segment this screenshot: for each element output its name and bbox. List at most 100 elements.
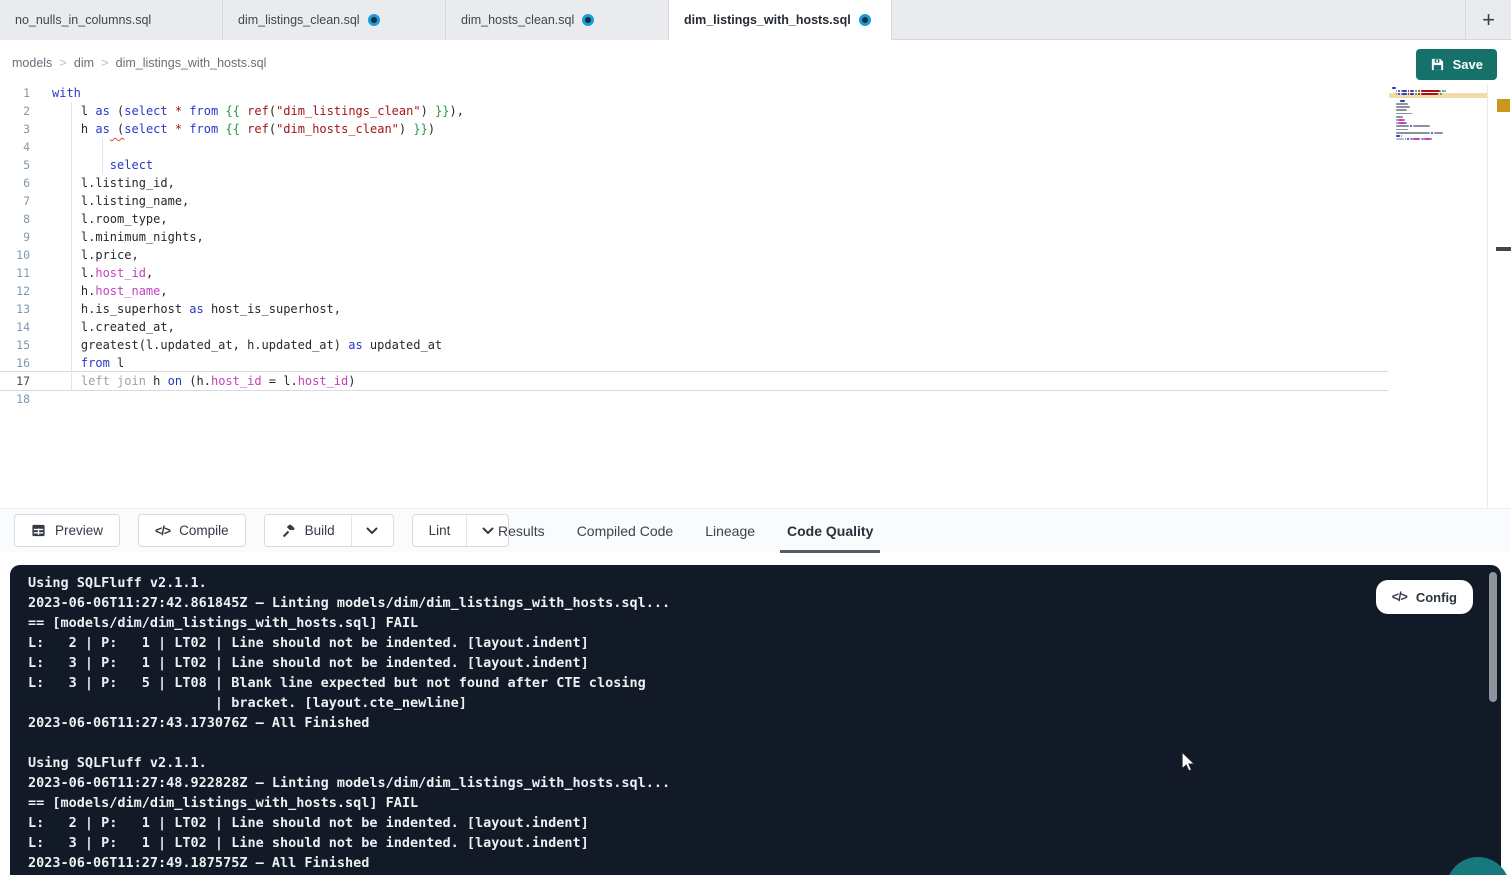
line-number: 13 <box>0 300 30 318</box>
overview-ruler-cursor-marker[interactable] <box>1496 247 1511 251</box>
indent-guide <box>71 102 72 390</box>
terminal-log: Using SQLFluff v2.1.1.2023-06-06T11:27:4… <box>28 573 670 873</box>
terminal-line: Using SQLFluff v2.1.1. <box>28 573 670 593</box>
line-number: 11 <box>0 264 30 282</box>
tab-code-quality[interactable]: Code Quality <box>771 509 889 553</box>
panel-tab-label: Compiled Code <box>577 523 674 539</box>
code-line-15[interactable]: 15 greatest(l.updated_at, h.updated_at) … <box>0 336 1388 354</box>
file-tab-label: no_nulls_in_columns.sql <box>15 13 151 27</box>
line-number: 6 <box>0 174 30 192</box>
build-split-button: Build <box>264 514 394 547</box>
code-line-4[interactable]: 4 <box>0 138 1388 156</box>
preview-button[interactable]: Preview <box>14 514 120 547</box>
floppy-disk-icon <box>1430 57 1445 72</box>
code-line-9[interactable]: 9 l.minimum_nights, <box>0 228 1388 246</box>
code-line-17[interactable]: 17 left join h on (h.host_id = l.host_id… <box>0 372 1388 390</box>
code-line-1[interactable]: 1with <box>0 84 1388 102</box>
code-line-2[interactable]: 2 l as (select * from {{ ref("dim_listin… <box>0 102 1388 120</box>
file-tab-label: dim_listings_with_hosts.sql <box>684 13 851 27</box>
compile-button[interactable]: </> Compile <box>138 514 246 547</box>
code-line-3[interactable]: 3 h as (select * from {{ ref("dim_hosts_… <box>0 120 1388 138</box>
code-editor[interactable]: 1with2 l as (select * from {{ ref("dim_l… <box>0 84 1511 508</box>
line-number: 9 <box>0 228 30 246</box>
terminal-line: L: 3 | P: 5 | LT08 | Blank line expected… <box>28 673 670 693</box>
code-line-13[interactable]: 13 h.is_superhost as host_is_superhost, <box>0 300 1388 318</box>
code-line-10[interactable]: 10 l.price, <box>0 246 1388 264</box>
unsaved-changes-dot-icon <box>368 14 380 26</box>
file-tab-dim-hosts-clean[interactable]: dim_hosts_clean.sql <box>446 0 669 40</box>
file-tab-no-nulls-in-columns[interactable]: no_nulls_in_columns.sql <box>0 0 223 40</box>
breadcrumb-separator: > <box>101 55 109 70</box>
terminal-line <box>28 733 670 753</box>
line-number: 1 <box>0 84 30 102</box>
save-button-label: Save <box>1453 57 1483 72</box>
overview-ruler-divider <box>1487 84 1488 508</box>
unsaved-changes-dot-icon <box>582 14 594 26</box>
code-brackets-icon: </> <box>1392 590 1407 604</box>
panel-tab-label: Lineage <box>705 523 755 539</box>
line-number: 7 <box>0 192 30 210</box>
chevron-down-icon <box>366 527 378 535</box>
line-number: 16 <box>0 354 30 372</box>
build-dropdown-button[interactable] <box>351 515 393 546</box>
code-line-12[interactable]: 12 h.host_name, <box>0 282 1388 300</box>
code-lines: 1with2 l as (select * from {{ ref("dim_l… <box>0 84 1388 408</box>
tab-compiled-code[interactable]: Compiled Code <box>561 509 690 553</box>
panel-tabs: Results Compiled Code Lineage Code Quali… <box>482 509 889 553</box>
code-line-14[interactable]: 14 l.created_at, <box>0 318 1388 336</box>
lint-output-terminal: Using SQLFluff v2.1.1.2023-06-06T11:27:4… <box>10 565 1501 875</box>
new-tab-button[interactable]: + <box>1465 0 1511 40</box>
lint-button[interactable]: Lint <box>413 515 467 546</box>
code-line-8[interactable]: 8 l.room_type, <box>0 210 1388 228</box>
action-toolbar: Preview </> Compile Build Lint <box>0 508 1511 552</box>
tab-lineage[interactable]: Lineage <box>689 509 771 553</box>
line-number: 18 <box>0 390 30 408</box>
breadcrumb-item-file[interactable]: dim_listings_with_hosts.sql <box>116 56 267 70</box>
minimap[interactable] <box>1392 87 1487 505</box>
config-button[interactable]: </> Config <box>1376 580 1473 614</box>
panel-tab-label: Code Quality <box>787 523 873 539</box>
breadcrumb-bar: models > dim > dim_listings_with_hosts.s… <box>0 41 1511 84</box>
terminal-line: | bracket. [layout.cte_newline] <box>28 693 670 713</box>
terminal-line: 2023-06-06T11:27:48.922828Z — Linting mo… <box>28 773 670 793</box>
terminal-scrollbar-thumb[interactable] <box>1489 572 1497 702</box>
hammer-icon <box>281 523 296 538</box>
overview-ruler-warning-marker[interactable] <box>1497 99 1510 112</box>
file-tab-bar: no_nulls_in_columns.sql dim_listings_cle… <box>0 0 1511 40</box>
breadcrumb-item-dim[interactable]: dim <box>74 56 94 70</box>
terminal-line: Using SQLFluff v2.1.1. <box>28 753 670 773</box>
line-number: 4 <box>0 138 30 156</box>
terminal-line: 2023-06-06T11:27:42.861845Z — Linting mo… <box>28 593 670 613</box>
build-button-label: Build <box>305 523 335 538</box>
breadcrumb-item-models[interactable]: models <box>12 56 52 70</box>
line-number: 3 <box>0 120 30 138</box>
terminal-line: L: 2 | P: 1 | LT02 | Line should not be … <box>28 813 670 833</box>
file-tab-dim-listings-clean[interactable]: dim_listings_clean.sql <box>223 0 446 40</box>
line-number: 8 <box>0 210 30 228</box>
tab-results[interactable]: Results <box>482 509 561 553</box>
compile-button-label: Compile <box>179 523 229 538</box>
terminal-line: L: 3 | P: 1 | LT02 | Line should not be … <box>28 653 670 673</box>
panel-tab-label: Results <box>498 523 545 539</box>
code-line-7[interactable]: 7 l.listing_name, <box>0 192 1388 210</box>
code-line-6[interactable]: 6 l.listing_id, <box>0 174 1388 192</box>
table-grid-icon <box>31 523 46 538</box>
indent-guide <box>102 138 103 174</box>
line-number: 2 <box>0 102 30 120</box>
file-tab-dim-listings-with-hosts[interactable]: dim_listings_with_hosts.sql <box>669 0 892 40</box>
dbt-cloud-ide: no_nulls_in_columns.sql dim_listings_cle… <box>0 0 1511 875</box>
breadcrumb: models > dim > dim_listings_with_hosts.s… <box>12 41 266 84</box>
line-number: 12 <box>0 282 30 300</box>
config-button-label: Config <box>1416 590 1457 605</box>
preview-button-label: Preview <box>55 523 103 538</box>
terminal-line: == [models/dim/dim_listings_with_hosts.s… <box>28 793 670 813</box>
save-button[interactable]: Save <box>1416 49 1497 80</box>
terminal-line: 2023-06-06T11:27:43.173076Z — All Finish… <box>28 713 670 733</box>
code-line-18[interactable]: 18 <box>0 390 1388 408</box>
build-button[interactable]: Build <box>265 515 351 546</box>
lint-button-label: Lint <box>429 523 451 538</box>
terminal-line: L: 3 | P: 1 | LT02 | Line should not be … <box>28 833 670 853</box>
code-line-16[interactable]: 16 from l <box>0 354 1388 372</box>
code-line-11[interactable]: 11 l.host_id, <box>0 264 1388 282</box>
code-line-5[interactable]: 5 select <box>0 156 1388 174</box>
